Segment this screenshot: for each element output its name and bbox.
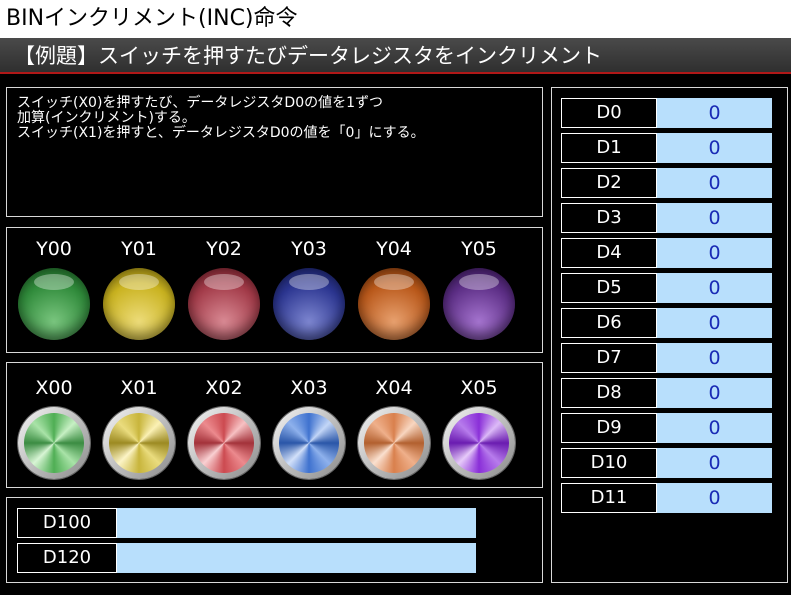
register-value: 0 (657, 413, 772, 443)
lamp-label-y01: Y01 (121, 238, 157, 260)
register-name: D11 (561, 483, 657, 513)
lamp-label-y04: Y04 (376, 238, 412, 260)
register-value: 0 (657, 343, 772, 373)
lamp-label-y00: Y00 (36, 238, 72, 260)
green-switch-icon (24, 413, 84, 473)
register-value: 0 (657, 273, 772, 303)
register-name: D8 (561, 378, 657, 408)
register-name: D3 (561, 203, 657, 233)
register-value: 0 (657, 133, 772, 163)
register-name: D100 (17, 508, 117, 538)
orange-lamp-icon (358, 268, 430, 340)
register-name: D2 (561, 168, 657, 198)
blue-switch-icon (279, 413, 339, 473)
switch-label-x00: X00 (35, 377, 73, 399)
register-name: D9 (561, 413, 657, 443)
blue-lamp-icon (273, 268, 345, 340)
description-line-1: スイッチ(X0)を押すたび、データレジスタD0の値を1ずつ (17, 95, 384, 111)
register-name: D7 (561, 343, 657, 373)
switch-panel: X00 X01 X02 X03 X04 X05 (6, 362, 543, 488)
switch-x03-button[interactable] (273, 407, 345, 479)
register-name: D4 (561, 238, 657, 268)
description-line-2: 加算(インクリメント)する。 (17, 110, 196, 126)
window-title: BINインクリメント(INC)命令 (0, 0, 791, 38)
register-name: D120 (17, 543, 117, 573)
register-value: 0 (657, 308, 772, 338)
switch-x01-button[interactable] (103, 407, 175, 479)
register-value: 0 (657, 448, 772, 478)
purple-lamp-icon (443, 268, 515, 340)
lamp-label-y03: Y03 (291, 238, 327, 260)
description-panel: スイッチ(X0)を押すたび、データレジスタD0の値を1ずつ 加算(インクリメント… (6, 87, 543, 217)
lamp-label-y02: Y02 (206, 238, 242, 260)
register-name: D10 (561, 448, 657, 478)
red-lamp-icon (188, 268, 260, 340)
register-name: D5 (561, 273, 657, 303)
register-name: D0 (561, 98, 657, 128)
yellow-lamp-icon (103, 268, 175, 340)
lamp-panel: Y00 Y01 Y02 Y03 Y04 Y05 (6, 227, 543, 353)
switch-x05-button[interactable] (443, 407, 515, 479)
yellow-switch-icon (109, 413, 169, 473)
page-subtitle: 【例題】スイッチを押すたびデータレジスタをインクリメント (0, 38, 791, 74)
purple-switch-icon (449, 413, 509, 473)
big-register-panel: D100 D120 (6, 497, 543, 583)
register-value: 0 (657, 378, 772, 408)
register-value (117, 508, 476, 538)
description-line-3: スイッチ(X1)を押すと、データレジスタD0の値を「0」にする。 (17, 125, 425, 141)
register-name: D6 (561, 308, 657, 338)
orange-switch-icon (364, 413, 424, 473)
register-value: 0 (657, 203, 772, 233)
register-value: 0 (657, 483, 772, 513)
register-value (117, 543, 476, 573)
lamp-label-y05: Y05 (461, 238, 497, 260)
register-value: 0 (657, 238, 772, 268)
switch-label-x04: X04 (375, 377, 413, 399)
green-lamp-icon (18, 268, 90, 340)
register-value: 0 (657, 168, 772, 198)
switch-label-x01: X01 (120, 377, 158, 399)
switch-label-x02: X02 (205, 377, 243, 399)
register-list-panel: D0 0 D1 0 D2 0 D3 0 D4 0 D5 0 D6 0 D7 0 … (551, 87, 788, 583)
switch-label-x03: X03 (290, 377, 328, 399)
red-switch-icon (194, 413, 254, 473)
switch-x00-button[interactable] (18, 407, 90, 479)
register-value: 0 (657, 98, 772, 128)
switch-x04-button[interactable] (358, 407, 430, 479)
switch-label-x05: X05 (460, 377, 498, 399)
switch-x02-button[interactable] (188, 407, 260, 479)
register-name: D1 (561, 133, 657, 163)
